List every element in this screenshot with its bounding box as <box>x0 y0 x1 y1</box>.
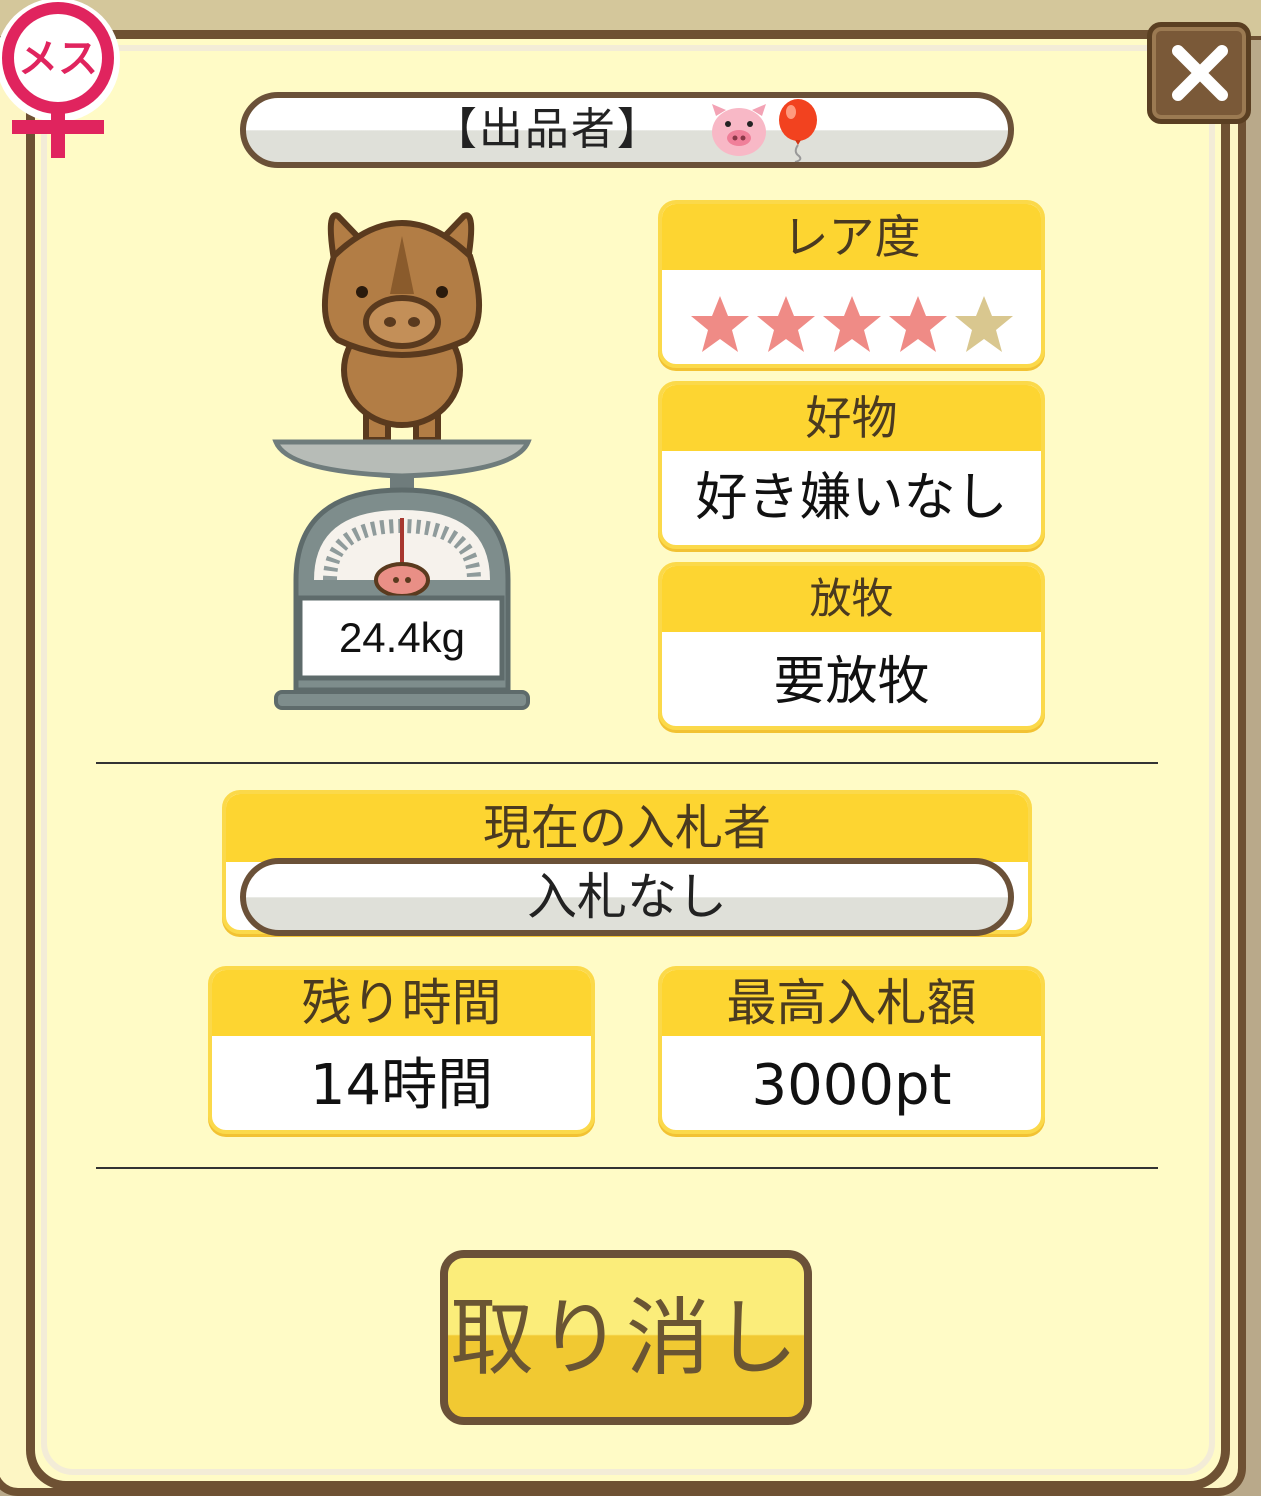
seller-pill: 【出品者】 <box>240 92 1014 168</box>
female-symbol-icon: メス <box>0 0 120 158</box>
boar-on-scale-icon: 24.4kg <box>272 212 532 710</box>
current-bidder-label: 現在の入札者 <box>226 794 1028 862</box>
rarity-card: レア度 <box>658 200 1045 368</box>
remaining-time-label: 残り時間 <box>212 970 591 1036</box>
current-bidder-pill: 入札なし <box>240 858 1014 936</box>
weight-value: 24.4kg <box>339 614 465 661</box>
star-empty-icon <box>954 296 1013 352</box>
cancel-button[interactable]: 取り消し <box>440 1250 812 1425</box>
seller-label: 【出品者】 <box>432 104 663 155</box>
remaining-time-card: 残り時間 14時間 <box>208 966 595 1134</box>
divider-bottom <box>96 1167 1158 1169</box>
grazing-label: 放牧 <box>662 566 1041 632</box>
close-button[interactable] <box>1147 22 1251 124</box>
rarity-label: レア度 <box>662 204 1041 270</box>
star-filled-icon <box>888 296 947 352</box>
pig-face-icon <box>712 104 766 156</box>
remaining-time-value: 14時間 <box>309 1053 494 1118</box>
favorite-food-value: 好き嫌いなし <box>695 468 1008 528</box>
star-filled-icon <box>690 296 749 352</box>
favorite-food-card: 好物 好き嫌いなし <box>658 381 1045 549</box>
rarity-stars <box>662 270 1041 360</box>
grazing-value: 要放牧 <box>773 652 930 712</box>
star-filled-icon <box>822 296 881 352</box>
seller-icons <box>708 98 821 163</box>
balloon-icon <box>779 99 818 163</box>
favorite-food-label: 好物 <box>662 385 1041 451</box>
star-filled-icon <box>756 296 815 352</box>
grazing-card: 放牧 要放牧 <box>658 562 1045 730</box>
current-bidder-value: 入札なし <box>527 868 727 926</box>
max-bid-label: 最高入札額 <box>662 970 1041 1036</box>
divider-top <box>96 762 1158 764</box>
close-icon <box>1172 45 1228 101</box>
max-bid-card: 最高入札額 3000pt <box>658 966 1045 1134</box>
max-bid-value: 3000pt <box>751 1053 952 1118</box>
gender-label: メス <box>18 36 98 82</box>
